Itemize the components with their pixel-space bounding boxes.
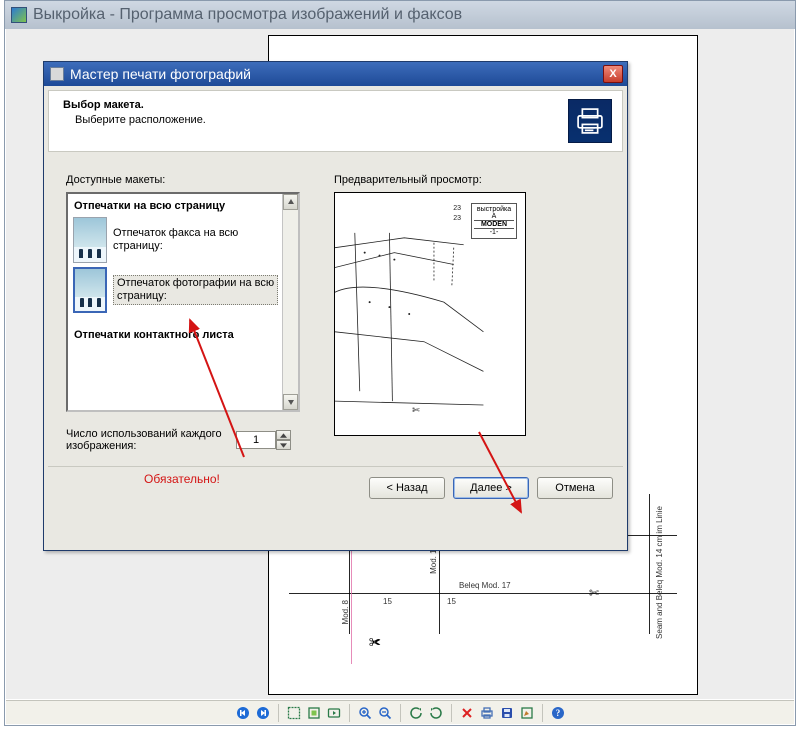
delete-button[interactable] xyxy=(458,704,476,722)
bg-label-mod8: Mod. 8 xyxy=(341,600,350,624)
layouts-label: Доступные макеты: xyxy=(66,174,306,186)
svg-text:?: ? xyxy=(555,708,560,718)
edit-button[interactable] xyxy=(518,704,536,722)
dialog-icon xyxy=(50,67,64,81)
main-title: Выкройка - Программа просмотра изображен… xyxy=(33,6,462,24)
layout-group-fullpage: Отпечатки на всю страницу xyxy=(68,194,282,215)
dialog-button-row: < Назад Далее > Отмена xyxy=(44,467,627,511)
scroll-down-button[interactable] xyxy=(283,394,298,410)
bg-label-n15b: 15 xyxy=(447,597,456,606)
zoom-in-button[interactable] xyxy=(356,704,374,722)
print-button[interactable] xyxy=(478,704,496,722)
main-window: Выкройка - Программа просмотра изображен… xyxy=(4,0,796,726)
dialog-titlebar[interactable]: Мастер печати фотографий X xyxy=(44,62,627,86)
layout-option-label: Отпечаток факса на всю страницу: xyxy=(113,227,238,252)
next-button[interactable]: Далее > xyxy=(453,477,529,499)
dialog-header: Выбор макета. Выберите расположение. xyxy=(48,90,623,152)
best-fit-button[interactable] xyxy=(285,704,303,722)
zoom-out-button[interactable] xyxy=(376,704,394,722)
bg-label-n15a: 15 xyxy=(383,597,392,606)
layout-option-fax-fullpage[interactable]: Отпечаток факса на всю страницу: xyxy=(68,215,282,265)
uses-input[interactable] xyxy=(236,431,276,449)
uses-label: Число использований каждого изображения: xyxy=(66,428,226,452)
header-title: Выбор макета. xyxy=(63,99,206,111)
layouts-listbox[interactable]: Отпечатки на всю страницу Отпечаток факс… xyxy=(66,192,300,412)
spin-up-button[interactable] xyxy=(276,430,291,440)
uses-spinner[interactable] xyxy=(236,430,291,450)
layout-thumb-icon xyxy=(73,217,107,263)
back-button[interactable]: < Назад xyxy=(369,477,445,499)
spin-down-button[interactable] xyxy=(276,440,291,450)
annotation-text: Обязательно! xyxy=(144,472,220,486)
next-image-button[interactable] xyxy=(254,704,272,722)
main-titlebar[interactable]: Выкройка - Программа просмотра изображен… xyxy=(5,1,795,29)
actual-size-button[interactable] xyxy=(305,704,323,722)
scissors-icon: ✄ xyxy=(589,586,599,600)
pv-pattern-lines: ✄ xyxy=(335,193,525,435)
close-button[interactable]: X xyxy=(603,65,623,83)
cancel-button[interactable]: Отмена xyxy=(537,477,613,499)
preview-label: Предварительный просмотр: xyxy=(334,174,605,186)
slideshow-button[interactable] xyxy=(325,704,343,722)
viewer-toolbar: ? xyxy=(6,700,794,724)
save-button[interactable] xyxy=(498,704,516,722)
printer-icon xyxy=(568,99,612,143)
scroll-track[interactable] xyxy=(283,210,298,394)
bg-label-beleq: Beleq Mod. 17 xyxy=(459,581,511,590)
print-preview: 23 23 выстройка A MODEN -1- xyxy=(334,192,526,436)
header-subtitle: Выберите расположение. xyxy=(75,114,206,126)
layout-thumb-icon xyxy=(73,267,107,313)
rotate-left-button[interactable] xyxy=(407,704,425,722)
scroll-up-button[interactable] xyxy=(283,194,298,210)
rotate-right-button[interactable] xyxy=(427,704,445,722)
help-button[interactable]: ? xyxy=(549,704,567,722)
dialog-title: Мастер печати фотографий xyxy=(70,66,251,82)
app-icon xyxy=(11,7,27,23)
svg-text:✄: ✄ xyxy=(412,405,420,415)
layout-option-photo-fullpage[interactable]: Отпечаток фотографии на всю страницу: xyxy=(68,265,282,315)
print-wizard-dialog: Мастер печати фотографий X Выбор макета.… xyxy=(43,61,628,551)
layout-group-contactsheet: Отпечатки контактного листа xyxy=(68,323,282,344)
bg-label-seam: Seam and Beleq Mod. 14 cm im Linie xyxy=(655,506,664,639)
layout-option-label: Отпечаток фотографии на всю страницу: xyxy=(113,275,278,304)
first-image-button[interactable] xyxy=(234,704,252,722)
scrollbar[interactable] xyxy=(282,194,298,410)
scissors-icon: ✀ xyxy=(369,635,381,650)
